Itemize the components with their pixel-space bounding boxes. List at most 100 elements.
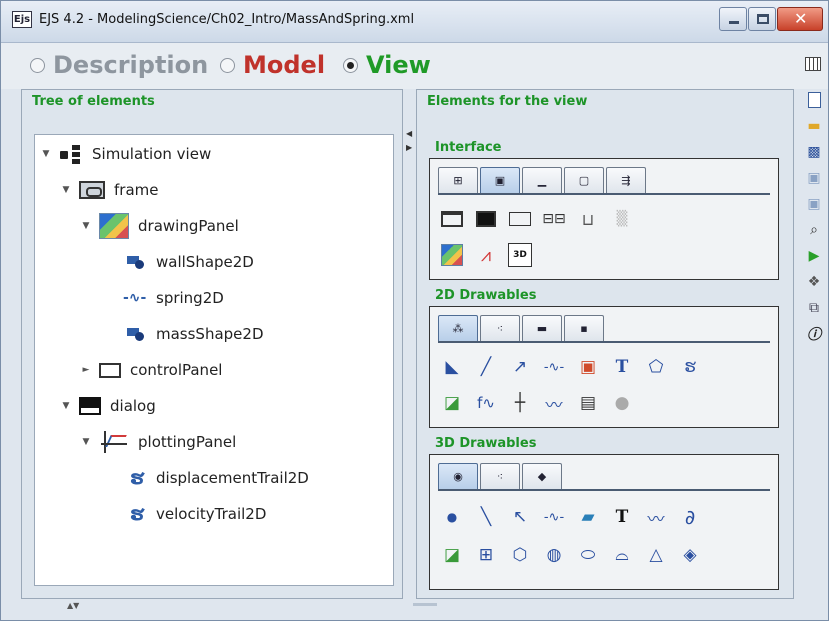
save-as-icon[interactable]: ▣ xyxy=(805,195,823,213)
interface-tabs: ⊞ ▣ ▁ ▢ ⇶ xyxy=(438,167,646,193)
split-panel-icon[interactable]: ⊟⊟ xyxy=(542,207,566,231)
image-3d-icon[interactable]: ▰ xyxy=(576,505,600,529)
analytic-curve-icon[interactable]: ◪ xyxy=(440,391,464,415)
open-folder-icon[interactable]: ▬ xyxy=(805,117,823,135)
arrow-3d-icon[interactable]: ↖ xyxy=(508,505,532,529)
tab-2d-basic[interactable]: ⁂ xyxy=(438,315,478,341)
radio-view[interactable] xyxy=(343,57,358,73)
tab-inputs[interactable]: ▢ xyxy=(564,167,604,193)
mode-model[interactable]: Model xyxy=(220,51,325,79)
cylinder-icon[interactable]: ⌓ xyxy=(610,543,634,567)
function-icon[interactable]: f∿ xyxy=(474,391,498,415)
byte-raster-icon[interactable]: ▤ xyxy=(576,391,600,415)
minimize-button[interactable] xyxy=(719,7,747,31)
spring-icon[interactable]: -∿- xyxy=(542,355,566,379)
shape2d-icon[interactable]: ◣ xyxy=(440,355,464,379)
arrow-icon[interactable]: ↗ xyxy=(508,355,532,379)
tetrahedron-icon[interactable]: ◈ xyxy=(678,543,702,567)
polygon-icon[interactable]: ⬠ xyxy=(644,355,668,379)
tree-node-dialog[interactable]: ▼ dialog xyxy=(61,393,156,419)
group-title-2d-drawables: 2D Drawables xyxy=(435,288,537,303)
tree-node-velocity-trail[interactable]: ຮ velocityTrail2D xyxy=(127,501,266,527)
tree-node-plotting-panel[interactable]: ▼ plottingPanel xyxy=(81,429,236,455)
drawing-panel-3d-icon[interactable]: 3D xyxy=(508,243,532,267)
disabled-panel-icon[interactable]: ▒ xyxy=(610,207,634,231)
table-grid-icon[interactable] xyxy=(805,57,821,71)
tree-node-frame[interactable]: ▼ frame xyxy=(61,177,158,203)
run-icon[interactable]: ▶ xyxy=(805,247,823,265)
options-icon[interactable]: ⧉ xyxy=(805,299,823,317)
tabbed-panel-icon[interactable]: ⊔ xyxy=(576,207,600,231)
text-icon[interactable]: T xyxy=(610,355,634,379)
segment-3d-icon[interactable]: ╲ xyxy=(474,505,498,529)
mode-view[interactable]: View xyxy=(343,51,431,79)
frame-icon[interactable] xyxy=(440,207,464,231)
trail-3d-icon[interactable]: 〰 xyxy=(644,505,668,530)
image-icon[interactable]: ▣ xyxy=(576,355,600,379)
collapse-right-icon[interactable]: ▶ xyxy=(406,143,412,152)
sphere-shading-icon[interactable]: ● xyxy=(610,391,634,415)
plotting-panel-icon[interactable]: ⩘ xyxy=(474,243,498,267)
radio-model[interactable] xyxy=(220,57,235,73)
cone-icon[interactable]: △ xyxy=(644,543,668,567)
tab-2d-sets[interactable]: ⁖ xyxy=(480,315,520,341)
open-web-icon[interactable]: ▩ xyxy=(805,143,823,161)
spring-3d-icon[interactable]: -∿- xyxy=(542,505,566,529)
cursor-icon[interactable]: ┼ xyxy=(508,391,532,415)
horizontal-splitter-handle[interactable] xyxy=(413,603,437,606)
tree-node-control-panel[interactable]: ► controlPanel xyxy=(81,357,223,383)
segment-icon[interactable]: ╱ xyxy=(474,355,498,379)
trail-icon[interactable]: ຮ xyxy=(678,355,702,379)
surface-3d-icon[interactable]: ◪ xyxy=(440,543,464,567)
tree-node-displacement-trail[interactable]: ຮ displacementTrail2D xyxy=(127,465,309,491)
expand-toggle[interactable]: ▼ xyxy=(81,221,91,231)
expand-toggle[interactable]: ▼ xyxy=(61,401,71,411)
info-icon[interactable]: ⓘ xyxy=(805,325,823,343)
curve-icon[interactable]: 〰 xyxy=(542,391,566,416)
maximize-button[interactable] xyxy=(748,7,776,31)
window-icon[interactable] xyxy=(508,207,532,231)
radio-description[interactable] xyxy=(30,57,45,73)
tab-2d-other[interactable]: ▪ xyxy=(564,315,604,341)
tree-node-simulation-view[interactable]: ▼ Simulation view xyxy=(41,141,211,167)
plane-icon[interactable]: ⊞ xyxy=(474,543,498,567)
tab-buttons[interactable]: ▁ xyxy=(522,167,562,193)
group-title-3d-drawables: 3D Drawables xyxy=(435,436,537,451)
expand-toggle[interactable]: ▼ xyxy=(61,185,71,195)
tab-3d-other[interactable]: ◆ xyxy=(522,463,562,489)
tab-containers[interactable]: ⊞ xyxy=(438,167,478,193)
text-3d-icon[interactable]: T xyxy=(610,505,634,529)
tab-2d-fields[interactable]: ▬ xyxy=(522,315,562,341)
expand-toggle[interactable]: ▼ xyxy=(41,149,51,159)
ellipsoid-icon[interactable]: ⬭ xyxy=(576,543,600,567)
expand-toggle[interactable]: ▼ xyxy=(81,437,91,447)
tree-node-mass-shape[interactable]: massShape2D xyxy=(127,321,264,347)
mode-description[interactable]: Description xyxy=(30,51,208,79)
curve-3d-icon[interactable]: ∂ xyxy=(678,505,702,529)
resize-arrows-icon[interactable]: ▲▼ xyxy=(67,601,79,610)
drawing-panel-icon[interactable] xyxy=(440,243,464,267)
tab-menus[interactable]: ⇶ xyxy=(606,167,646,193)
tab-3d-basic[interactable]: ◉ xyxy=(438,463,478,489)
shape2d-icon xyxy=(127,254,147,270)
tab-3d-sets[interactable]: ⁖ xyxy=(480,463,520,489)
sphere-icon[interactable]: ◍ xyxy=(542,543,566,567)
expand-toggle[interactable]: ► xyxy=(81,365,91,375)
save-icon[interactable]: ▣ xyxy=(805,169,823,187)
tree-node-spring[interactable]: -∿- spring2D xyxy=(123,285,224,311)
tree-node-drawing-panel[interactable]: ▼ drawingPanel xyxy=(81,213,239,239)
panel-splitter[interactable]: ◀ ▶ xyxy=(403,89,416,599)
status-strip: ▲▼ xyxy=(21,599,794,619)
search-icon[interactable]: ⌕ xyxy=(805,221,823,239)
tab-windows[interactable]: ▣ xyxy=(480,167,520,193)
box-icon[interactable]: ⬡ xyxy=(508,543,532,567)
close-button[interactable]: ✕ xyxy=(777,7,823,31)
interface-icons-row1: ⊟⊟ ⊔ ▒ xyxy=(440,207,634,231)
new-file-icon[interactable] xyxy=(805,91,823,109)
dialog-icon[interactable] xyxy=(474,207,498,231)
tree-node-wall-shape[interactable]: wallShape2D xyxy=(127,249,254,275)
drawables-3d-row1: ● ╲ ↖ -∿- ▰ T 〰 ∂ xyxy=(440,505,702,530)
point-icon[interactable]: ● xyxy=(440,505,464,529)
collapse-left-icon[interactable]: ◀ xyxy=(406,129,412,138)
package-icon[interactable]: ❖ xyxy=(805,273,823,291)
